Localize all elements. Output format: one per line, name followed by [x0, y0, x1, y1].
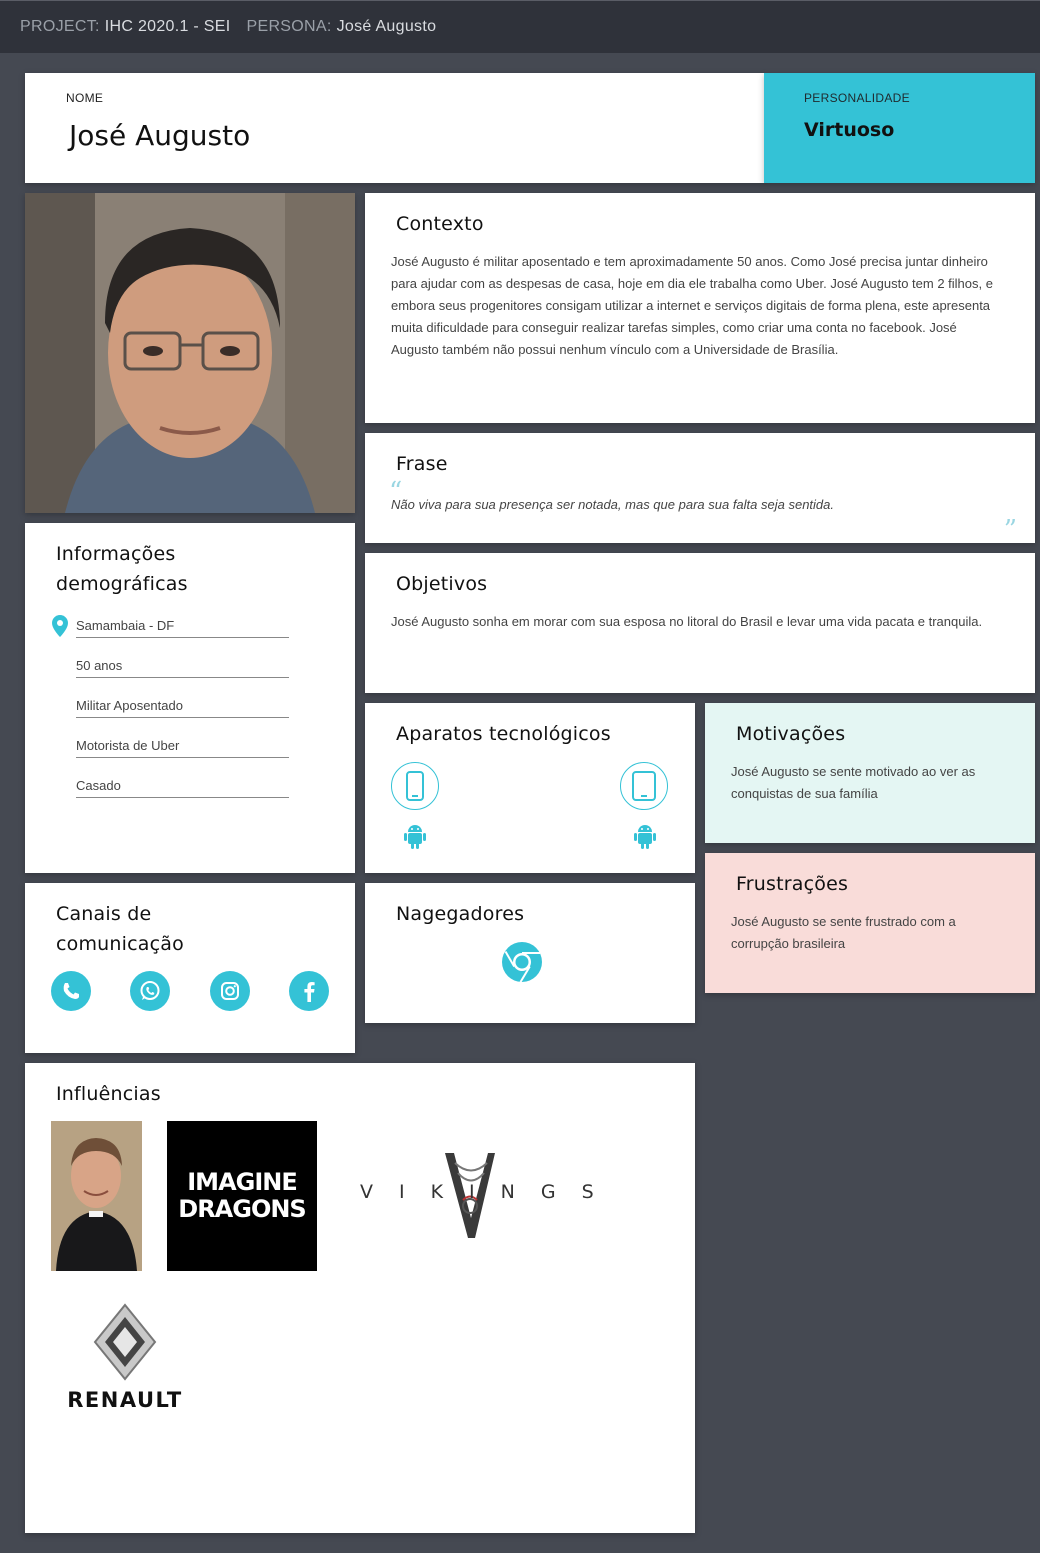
demographic-marital-status: Casado — [76, 778, 289, 798]
persona-key: PERSONA: — [246, 18, 332, 35]
frustrations-text: José Augusto se sente frustrado com a co… — [731, 914, 956, 951]
motivations-card: Motivações José Augusto se sente motivad… — [705, 703, 1035, 843]
whatsapp-icon[interactable] — [130, 971, 170, 1011]
persona-photo — [25, 193, 355, 513]
browsers-card: Nagegadores — [365, 883, 695, 1023]
channels-card: Canais de comunicação — [25, 883, 355, 1053]
android-icon — [404, 825, 426, 849]
browsers-title: Nagegadores — [396, 903, 525, 925]
quote-title: Frase — [396, 453, 448, 475]
personality-value: Virtuoso — [804, 119, 895, 141]
demographic-age: 50 anos — [76, 658, 289, 678]
motivations-text: José Augusto se sente motivado ao ver as… — [731, 764, 976, 801]
tablet-icon — [620, 762, 668, 810]
persona-value: José Augusto — [336, 18, 437, 35]
frustrations-card: Frustrações José Augusto se sente frustr… — [705, 853, 1035, 993]
demographic-job: Motorista de Uber — [76, 738, 289, 758]
chrome-icon — [502, 942, 542, 983]
renault-wordmark: RENAULT — [67, 1388, 183, 1412]
renault-diamond-icon — [93, 1303, 157, 1381]
persona-portrait-illustration — [25, 193, 355, 513]
name-label: NOME — [66, 91, 104, 105]
close-quote-icon: ” — [1003, 515, 1017, 545]
project-key: PROJECT: — [20, 18, 100, 35]
priest-photo — [51, 1121, 142, 1271]
personality-label: PERSONALIDADE — [804, 91, 910, 105]
influences-title: Influências — [56, 1083, 161, 1105]
personality-card: PERSONALIDADE Virtuoso — [764, 73, 1035, 183]
channels-title: Canais de comunicação — [56, 903, 184, 955]
demographics-card: Informações demográficas Samambaia - DF … — [25, 523, 355, 873]
goals-title: Objetivos — [396, 573, 488, 595]
map-pin-icon — [52, 615, 68, 637]
imagine-dragons-line2: DRAGONS — [178, 1195, 306, 1223]
phone-icon[interactable] — [51, 971, 91, 1011]
renault-logo: RENAULT — [55, 1303, 195, 1423]
imagine-dragons-line1: IMAGINE — [187, 1168, 297, 1196]
demographic-location: Samambaia - DF — [76, 618, 289, 638]
persona-name: José Augusto — [69, 119, 251, 152]
vikings-wordmark: VIKINGS — [360, 1181, 620, 1203]
demographic-occupation: Militar Aposentado — [76, 698, 289, 718]
project-value: IHC 2020.1 - SEI — [104, 18, 231, 35]
smartphone-icon — [391, 762, 439, 810]
quote-card: Frase “ Não viva para sua presença ser n… — [365, 433, 1035, 545]
facebook-icon[interactable] — [289, 971, 329, 1011]
quote-text: Não viva para sua presença ser notada, m… — [391, 497, 834, 512]
imagine-dragons-logo: IMAGINE DRAGONS — [167, 1121, 317, 1271]
context-text: José Augusto é militar aposentado e tem … — [391, 254, 993, 357]
top-bar: PROJECT: IHC 2020.1 - SEI PERSONA: José … — [0, 0, 1040, 53]
motivations-title: Motivações — [736, 723, 846, 745]
demographics-title: Informações demográficas — [56, 543, 188, 595]
tech-devices-card: Aparatos tecnológicos — [365, 703, 695, 873]
goals-text: José Augusto sonha em morar com sua espo… — [391, 614, 983, 629]
influences-card: Influências IMAGINE DRAGONS VIKINGS RENA… — [25, 1063, 695, 1533]
context-card: Contexto José Augusto é militar aposenta… — [365, 193, 1035, 423]
goals-card: Objetivos José Augusto sonha em morar co… — [365, 553, 1035, 693]
android-icon — [634, 825, 656, 849]
instagram-icon[interactable] — [210, 971, 250, 1011]
frustrations-title: Frustrações — [736, 873, 849, 895]
tech-title: Aparatos tecnológicos — [396, 723, 611, 745]
name-card: NOME José Augusto — [25, 73, 765, 183]
context-title: Contexto — [396, 213, 484, 235]
